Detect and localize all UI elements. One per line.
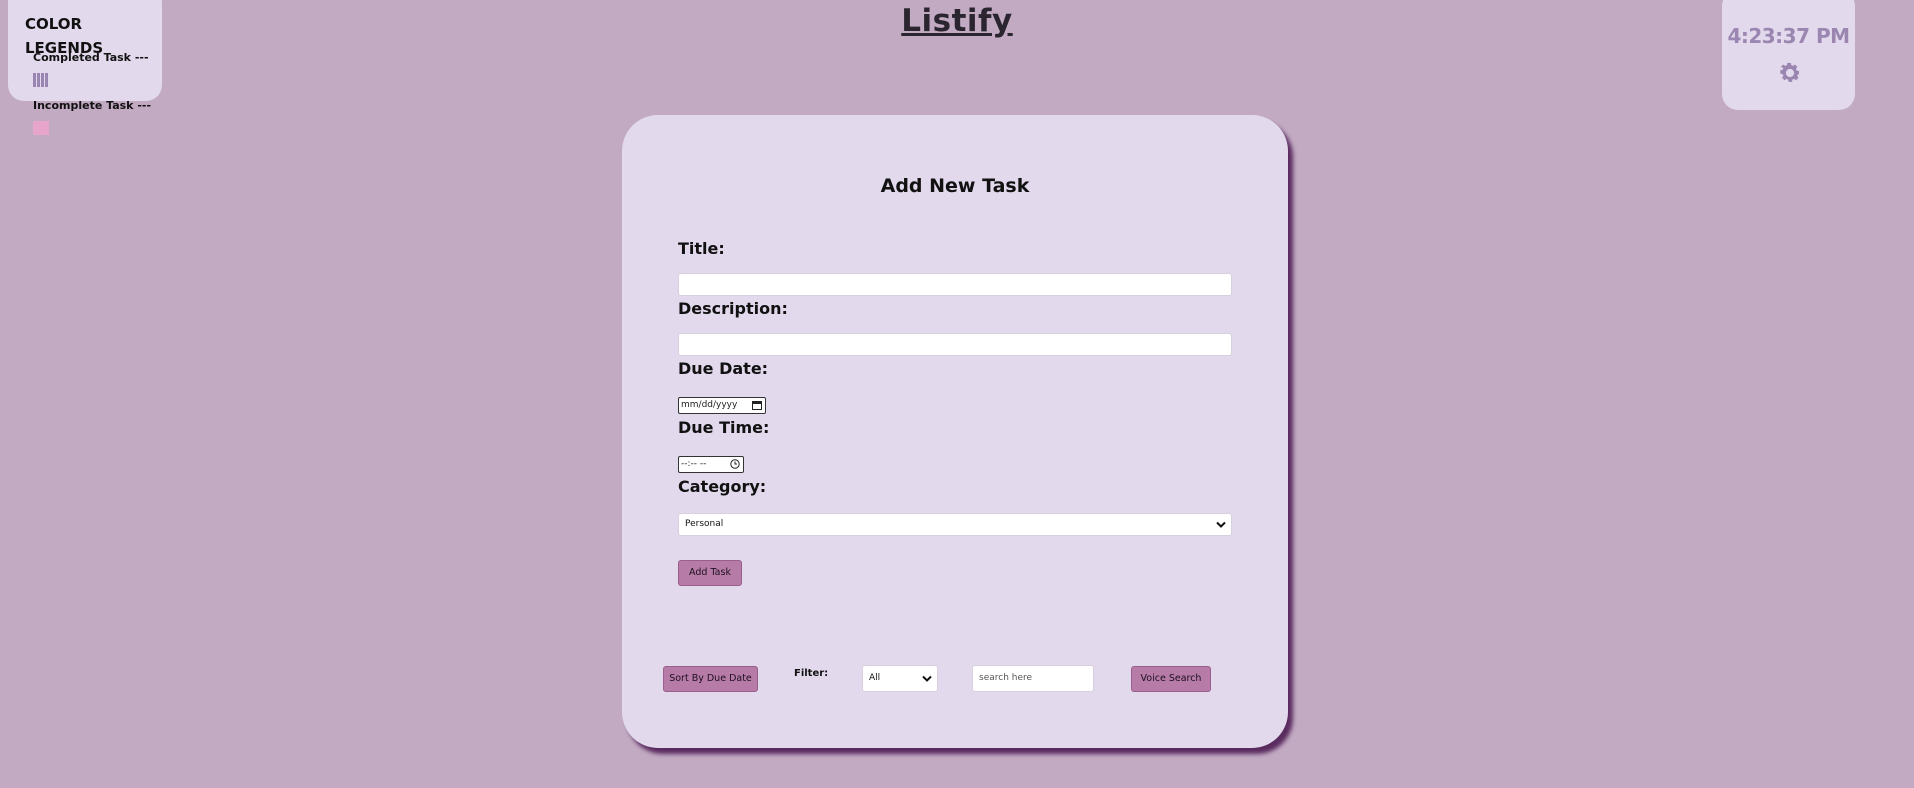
color-legend-panel: COLOR LEGENDS Completed Task --- Incompl… (8, 0, 162, 135)
legend-incomplete-label: Incomplete Task --- (33, 99, 152, 112)
legend-completed-label: Completed Task --- (33, 51, 149, 64)
clock-time: 4:23:37 PM (1727, 24, 1850, 48)
gear-icon[interactable] (1777, 60, 1803, 86)
voice-search-button[interactable]: Voice Search (1131, 666, 1211, 692)
incomplete-color-swatch (33, 121, 49, 135)
due-date-label: Due Date: (678, 359, 769, 378)
filter-select[interactable]: All (862, 665, 938, 692)
sort-by-due-date-button[interactable]: Sort By Due Date (663, 666, 758, 692)
chevron-down-icon (1216, 521, 1226, 528)
due-date-input[interactable]: mm/dd/yyyy (678, 397, 766, 414)
clock-panel: 4:23:37 PM (1722, 0, 1855, 110)
search-input[interactable]: search here (972, 665, 1094, 692)
title-label: Title: (678, 239, 725, 258)
description-input[interactable] (678, 333, 1232, 356)
add-task-button[interactable]: Add Task (678, 560, 742, 586)
due-time-label: Due Time: (678, 418, 770, 437)
clock-icon[interactable] (730, 459, 740, 469)
chevron-down-icon (922, 675, 932, 682)
title-input[interactable] (678, 273, 1232, 296)
due-time-placeholder: --:-- -- (681, 459, 707, 469)
completed-color-swatch (33, 73, 49, 87)
due-time-input[interactable]: --:-- -- (678, 456, 744, 473)
category-select[interactable]: Personal (678, 513, 1232, 536)
filter-value: All (869, 673, 881, 683)
description-label: Description: (678, 299, 788, 318)
calendar-icon[interactable] (752, 400, 762, 410)
task-form-card: Add New Task Title: Description: Due Dat… (622, 115, 1288, 748)
category-label: Category: (678, 477, 767, 496)
due-date-placeholder: mm/dd/yyyy (681, 400, 738, 410)
app-title: Listify (901, 3, 1013, 39)
filter-label: Filter: (794, 668, 829, 679)
form-heading: Add New Task (880, 175, 1030, 197)
category-value: Personal (685, 519, 724, 529)
